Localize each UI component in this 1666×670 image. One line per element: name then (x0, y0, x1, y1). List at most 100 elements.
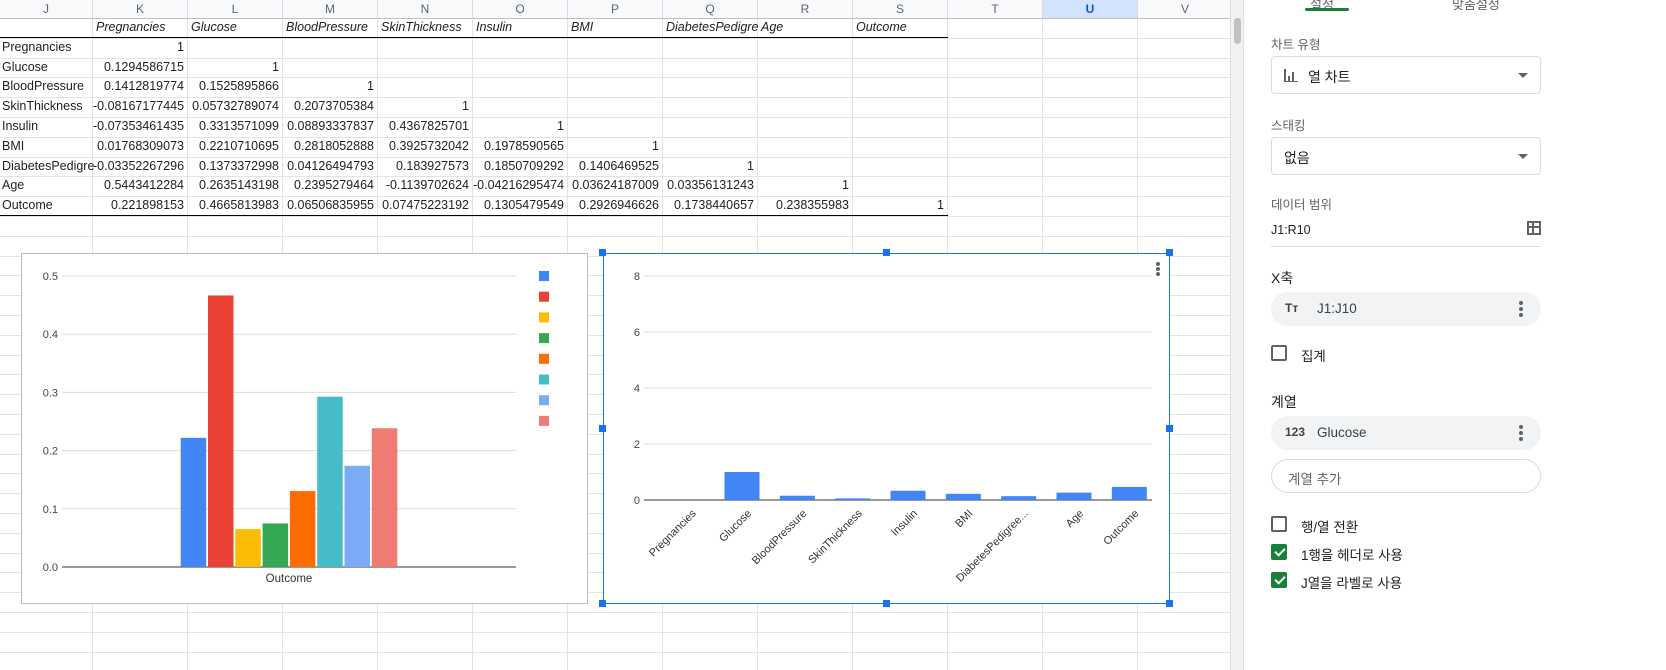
header-cell[interactable]: Outcome (853, 17, 948, 37)
row-label-cell[interactable]: BMI (0, 136, 93, 156)
row-label-cell[interactable]: DiabetesPedigre (0, 156, 94, 176)
data-cell[interactable]: 0.03624187009 (568, 175, 663, 195)
data-cell[interactable]: 0.2926946626 (568, 195, 663, 215)
data-cell[interactable]: 0.01768309073 (93, 136, 188, 156)
row-label-cell[interactable]: Insulin (0, 116, 93, 136)
data-cell[interactable]: 0.2818052888 (283, 136, 378, 156)
add-series-button[interactable]: 계열 추가 (1271, 459, 1541, 493)
colJ-labels-checkbox[interactable] (1271, 572, 1287, 588)
vertical-scrollbar[interactable] (1230, 0, 1244, 670)
header-cell[interactable]: Insulin (473, 17, 568, 37)
column-header-M[interactable]: M (283, 0, 378, 18)
data-cell[interactable]: 0.1850709292 (473, 156, 568, 176)
x-axis-chip[interactable]: Tт J1:J10 (1271, 292, 1541, 326)
data-cell[interactable]: 1 (758, 175, 853, 195)
data-cell[interactable]: 0.07475223192 (378, 195, 473, 215)
data-cell[interactable]: 1 (93, 37, 188, 57)
data-cell[interactable]: 1 (283, 76, 378, 96)
data-cell[interactable]: 0.2210710695 (188, 136, 283, 156)
tab-customize[interactable]: 맞춤설정 (1452, 0, 1500, 13)
data-cell[interactable]: 1 (188, 57, 283, 77)
header-cell[interactable]: DiabetesPedigre (663, 17, 758, 37)
chart-menu-icon[interactable] (1156, 261, 1160, 277)
spreadsheet-grid[interactable]: JKLMNOPQRSTUV Pregnancies Glucose BloodPre… (0, 0, 1230, 670)
column-header-P[interactable]: P (568, 0, 663, 18)
select-range-icon[interactable] (1527, 221, 1541, 235)
header-cell[interactable]: BMI (568, 17, 663, 37)
row-label-cell[interactable]: Outcome (0, 195, 93, 215)
row-label-cell[interactable]: BloodPressure (0, 76, 93, 96)
header-cell[interactable]: SkinThickness (378, 17, 473, 37)
resize-handle[interactable] (1166, 600, 1173, 607)
resize-handle[interactable] (882, 600, 890, 607)
row-label-cell[interactable]: Glucose (0, 57, 93, 77)
data-cell[interactable]: -0.1139702624 (378, 175, 473, 195)
row1-header-checkbox[interactable] (1271, 544, 1287, 560)
header-cell[interactable]: Glucose (188, 17, 283, 37)
row-label-cell[interactable]: Pregnancies (0, 37, 93, 57)
header-cell[interactable]: BloodPressure (283, 17, 378, 37)
column-header-Q[interactable]: Q (663, 0, 758, 18)
column-header-J[interactable]: J (0, 0, 93, 18)
data-cell[interactable]: 0.1978590565 (473, 136, 568, 156)
data-cell[interactable]: 0.08893337837 (283, 116, 378, 136)
resize-handle[interactable] (1166, 424, 1173, 432)
data-cell[interactable]: 1 (663, 156, 758, 176)
column-header-R[interactable]: R (758, 0, 853, 18)
column-header-T[interactable]: T (948, 0, 1043, 18)
data-cell[interactable]: -0.08167177445 (93, 96, 188, 116)
resize-handle[interactable] (882, 249, 890, 256)
data-cell[interactable]: 0.4367825701 (378, 116, 473, 136)
data-cell[interactable]: 0.1373372998 (188, 156, 283, 176)
data-cell[interactable]: 1 (473, 116, 568, 136)
data-cell[interactable]: 0.2395279464 (283, 175, 378, 195)
data-cell[interactable]: -0.07353461435 (93, 116, 188, 136)
data-cell[interactable]: 0.03356131243 (663, 175, 758, 195)
row-label-cell[interactable]: Age (0, 175, 93, 195)
series-chip[interactable]: 123 Glucose (1271, 416, 1541, 450)
column-header-S[interactable]: S (853, 0, 948, 18)
header-cell[interactable]: Age (758, 17, 853, 37)
chart-type-dropdown[interactable]: 열 차트 (1271, 56, 1541, 94)
data-cell[interactable]: 0.183927573 (378, 156, 473, 176)
scrollbar-thumb[interactable] (1234, 18, 1241, 44)
column-header-O[interactable]: O (473, 0, 568, 18)
column-header-U[interactable]: U (1043, 0, 1138, 18)
data-cell[interactable]: 0.05732789074 (188, 96, 283, 116)
header-cell[interactable]: Pregnancies (93, 17, 188, 37)
data-cell[interactable]: 1 (378, 96, 473, 116)
data-cell[interactable]: 0.2635143198 (188, 175, 283, 195)
data-cell[interactable]: 0.221898153 (93, 195, 188, 215)
tab-setup[interactable]: 설정 (1310, 0, 1334, 13)
data-cell[interactable]: 0.2073705384 (283, 96, 378, 116)
aggregate-checkbox[interactable] (1271, 345, 1287, 361)
data-cell[interactable]: 0.1412819774 (93, 76, 188, 96)
data-cell[interactable]: 0.1294586715 (93, 57, 188, 77)
data-cell[interactable]: 0.04126494793 (283, 156, 378, 176)
data-cell[interactable]: -0.03352267296 (93, 156, 188, 176)
row-label-cell[interactable]: SkinThickness (0, 96, 93, 116)
data-cell[interactable]: 0.238355983 (758, 195, 853, 215)
data-cell[interactable]: 0.1738440657 (663, 195, 758, 215)
column-header-L[interactable]: L (188, 0, 283, 18)
more-options-icon[interactable] (1519, 301, 1523, 319)
data-cell[interactable]: 0.3925732042 (378, 136, 473, 156)
resize-handle[interactable] (599, 424, 606, 432)
resize-handle[interactable] (1166, 249, 1173, 256)
column-header-K[interactable]: K (93, 0, 188, 18)
data-cell[interactable]: 0.1305479549 (473, 195, 568, 215)
data-cell[interactable]: 1 (568, 136, 663, 156)
data-cell[interactable]: 0.1406469525 (568, 156, 663, 176)
stacking-dropdown[interactable]: 없음 (1271, 137, 1541, 175)
resize-handle[interactable] (599, 249, 606, 256)
data-cell[interactable]: -0.04216295474 (473, 175, 568, 195)
resize-handle[interactable] (599, 600, 606, 607)
data-cell[interactable]: 0.3313571099 (188, 116, 283, 136)
data-cell[interactable]: 0.5443412284 (93, 175, 188, 195)
chart-glucose-selected[interactable]: 0 2 4 6 8 Pregnancies Glucose BloodPressure Skin… (599, 249, 1173, 607)
more-options-icon[interactable] (1519, 425, 1523, 443)
column-header-V[interactable]: V (1138, 0, 1230, 18)
data-cell[interactable]: 0.1525895866 (188, 76, 283, 96)
switch-rows-cols-checkbox[interactable] (1271, 516, 1287, 532)
chart-outcome-correlation[interactable]: 0.0 0.1 0.2 0.3 0.4 0.5 Outcome (21, 253, 588, 604)
